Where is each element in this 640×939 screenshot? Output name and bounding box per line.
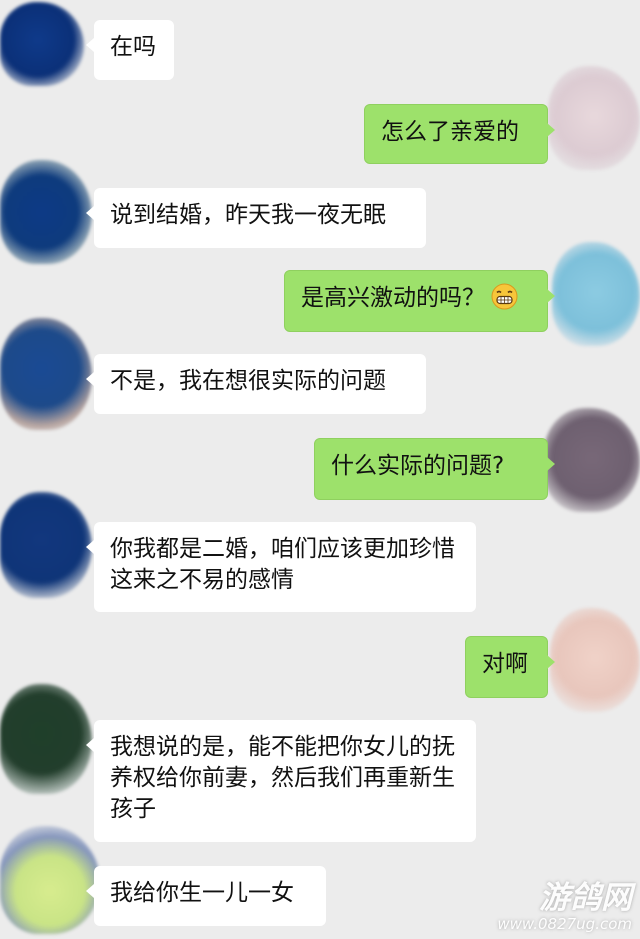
watermark-url: www.0827ug.com (497, 915, 632, 933)
incoming-message-bubble[interactable]: 你我都是二婚，咱们应该更加珍惜这来之不易的感情 (86, 522, 476, 612)
incoming-message-bubble[interactable]: 我想说的是，能不能把你女儿的抚养权给你前妻，然后我们再重新生孩子 (86, 720, 476, 842)
message-text: 什么实际的问题? (331, 453, 505, 479)
message-text: 不是，我在想很实际的问题 (110, 368, 386, 394)
incoming-message-bubble[interactable]: 在吗 (86, 20, 174, 80)
user-avatar[interactable] (550, 608, 640, 712)
contact-avatar[interactable] (0, 318, 92, 430)
outgoing-message-bubble[interactable]: 什么实际的问题? (314, 438, 555, 500)
incoming-message-bubble[interactable]: 不是，我在想很实际的问题 (86, 354, 426, 414)
contact-avatar[interactable] (0, 492, 92, 598)
outgoing-message-bubble[interactable]: 怎么了亲爱的 (364, 104, 555, 164)
incoming-message-bubble[interactable]: 说到结婚，昨天我一夜无眠 (86, 188, 426, 248)
contact-avatar[interactable] (0, 2, 84, 86)
user-avatar[interactable] (552, 242, 640, 346)
grinning-face-emoji-icon (491, 283, 518, 310)
contact-avatar[interactable] (0, 826, 100, 934)
message-text: 你我都是二婚，咱们应该更加珍惜这来之不易的感情 (110, 536, 455, 593)
message-text: 我给你生一儿一女 (110, 880, 294, 906)
user-avatar[interactable] (548, 66, 640, 170)
message-text: 说到结婚，昨天我一夜无眠 (110, 202, 386, 228)
site-watermark: 游鸽网 www.0827ug.com (497, 881, 632, 933)
contact-avatar[interactable] (0, 160, 92, 264)
outgoing-message-bubble[interactable]: 对啊 (465, 636, 555, 698)
incoming-message-bubble[interactable]: 我给你生一儿一女 (86, 866, 326, 926)
message-text: 我想说的是，能不能把你女儿的抚养权给你前妻，然后我们再重新生孩子 (110, 734, 455, 822)
message-text: 怎么了亲爱的 (381, 119, 519, 145)
chat-window: 在吗 怎么了亲爱的 说到结婚，昨天我一夜无眠 是高兴激动的吗？ 不是，我在想很实… (0, 0, 640, 939)
user-avatar[interactable] (544, 408, 640, 512)
contact-avatar[interactable] (0, 684, 92, 794)
message-text: 是高兴激动的吗？ (301, 285, 485, 311)
watermark-title: 游鸽网 (539, 880, 632, 916)
message-text: 在吗 (110, 34, 156, 60)
outgoing-message-bubble[interactable]: 是高兴激动的吗？ (284, 270, 555, 332)
message-text: 对啊 (482, 651, 528, 677)
